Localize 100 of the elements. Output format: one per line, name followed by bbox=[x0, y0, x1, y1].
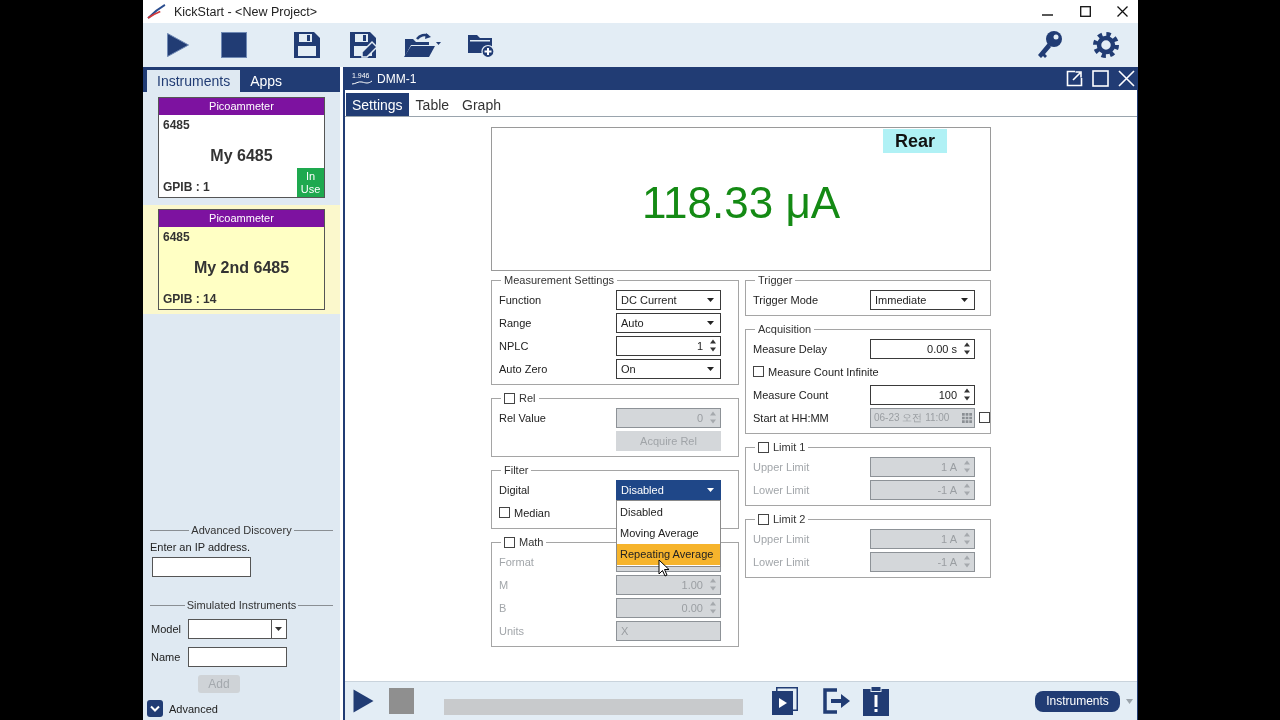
caret-icon bbox=[707, 366, 714, 371]
instrument-card[interactable]: Picoammeter 6485 My 6485 GPIB : 1 In Use bbox=[158, 97, 325, 198]
caret-icon bbox=[707, 487, 714, 492]
dropdown-field[interactable] bbox=[188, 619, 287, 639]
group-title: Limit 1 bbox=[773, 441, 806, 454]
instrument-name: My 6485 bbox=[210, 146, 273, 166]
field-label: Lower Limit bbox=[753, 483, 811, 496]
section-title: Advanced Discovery bbox=[191, 524, 292, 536]
field-prompt: Enter an IP address. bbox=[150, 540, 251, 554]
caret-icon bbox=[274, 627, 282, 631]
key-icon[interactable] bbox=[1036, 31, 1062, 59]
field-label: Rel Value bbox=[499, 411, 547, 424]
stop-icon[interactable] bbox=[221, 32, 247, 58]
spin-arrows-icon[interactable] bbox=[964, 388, 970, 401]
dropdown-field[interactable]: Immediate bbox=[870, 289, 975, 310]
field-label: Upper Limit bbox=[753, 460, 811, 473]
field-label: Range bbox=[499, 316, 533, 329]
dropdown-option[interactable]: Moving Average bbox=[617, 522, 720, 544]
instrument-type-header: Picoammeter bbox=[159, 98, 324, 115]
chevron-icon[interactable] bbox=[147, 700, 163, 717]
field-label: Measure Count bbox=[753, 388, 830, 401]
caret-icon bbox=[707, 320, 714, 325]
group-title: Limit 2 bbox=[773, 513, 806, 526]
field-label: Start at HH:MM bbox=[753, 411, 830, 424]
dropdown-field[interactable]: Auto bbox=[616, 312, 721, 333]
instrument-type-header: Picoammeter bbox=[159, 210, 324, 227]
terminal-badge: Rear bbox=[882, 129, 947, 153]
field-label: NPLC bbox=[499, 339, 530, 352]
field-label: M bbox=[499, 578, 510, 591]
dropdown-field[interactable]: Disabled bbox=[616, 479, 721, 500]
window-title: KickStart - <New Project> bbox=[174, 4, 318, 19]
caret-icon bbox=[707, 297, 714, 302]
dropdown-option[interactable]: Disabled bbox=[617, 501, 720, 523]
maximize-icon[interactable] bbox=[1080, 6, 1091, 17]
field-label: B bbox=[499, 601, 508, 614]
wave-icon bbox=[352, 80, 372, 85]
group-title: Trigger bbox=[758, 274, 793, 287]
instrument-model: 6485 bbox=[163, 118, 190, 132]
export-icon[interactable] bbox=[823, 688, 851, 714]
field-label: Format bbox=[499, 555, 535, 568]
clipboard-alert-icon[interactable] bbox=[863, 686, 889, 716]
folder-plus-icon[interactable] bbox=[467, 32, 495, 58]
group-title: Acquisition bbox=[758, 323, 812, 336]
number-field[interactable]: 0.00 s bbox=[870, 338, 975, 359]
instrument-address: GPIB : 14 bbox=[163, 292, 217, 306]
save-edit-icon[interactable] bbox=[350, 32, 378, 58]
field-label: Measure Delay bbox=[753, 342, 828, 355]
section-title: Simulated Instruments bbox=[186, 599, 297, 611]
field-label: Trigger Mode bbox=[753, 293, 819, 306]
field-label: Name bbox=[150, 651, 182, 663]
sidebar-tab[interactable]: Apps bbox=[240, 70, 293, 92]
instrument-card[interactable]: Picoammeter 6485 My 2nd 6485 GPIB : 14 bbox=[158, 209, 325, 310]
status-badge: In Use bbox=[297, 168, 324, 197]
toggle-label[interactable]: Advanced bbox=[169, 702, 218, 715]
group-title: Math bbox=[519, 536, 544, 549]
panel-tab[interactable]: Table bbox=[409, 93, 456, 116]
panel-tab[interactable]: Graph bbox=[456, 93, 507, 116]
checkbox[interactable] bbox=[753, 366, 764, 377]
logo-icon bbox=[147, 4, 166, 19]
play-document-icon[interactable] bbox=[772, 687, 798, 715]
field-label: Function bbox=[499, 293, 543, 306]
group-title: Filter bbox=[504, 464, 529, 477]
text-field[interactable] bbox=[188, 647, 287, 667]
checkbox-label[interactable]: Measure Count Infinite bbox=[768, 365, 879, 378]
checkbox[interactable] bbox=[499, 507, 510, 518]
field-label: Upper Limit bbox=[753, 532, 811, 545]
instrument-address: GPIB : 1 bbox=[163, 180, 210, 194]
field-label: Digital bbox=[499, 483, 531, 496]
measurement-value: 118.33 μA bbox=[641, 177, 841, 228]
instrument-model: 6485 bbox=[163, 230, 190, 244]
folder-dropdown-icon[interactable] bbox=[403, 32, 441, 58]
play-icon[interactable] bbox=[166, 32, 190, 58]
ip-address-field[interactable] bbox=[152, 557, 251, 577]
play-icon[interactable] bbox=[353, 689, 374, 713]
checkbox[interactable] bbox=[504, 393, 515, 404]
close-icon[interactable] bbox=[1117, 6, 1128, 17]
sidebar-tab[interactable]: Instruments bbox=[147, 70, 241, 92]
field-label: Auto Zero bbox=[499, 362, 549, 375]
dropdown-option[interactable]: Repeating Average bbox=[617, 543, 720, 565]
panel-title: DMM-1 bbox=[377, 71, 417, 86]
number-field[interactable]: 1 bbox=[616, 335, 721, 356]
instruments-button[interactable]: Instruments bbox=[1035, 690, 1120, 712]
number-field[interactable]: 100 bbox=[870, 384, 975, 405]
checkbox-label[interactable]: Median bbox=[514, 506, 551, 519]
minimize-icon[interactable] bbox=[1042, 13, 1053, 16]
caret-icon bbox=[961, 297, 968, 302]
group-title: Measurement Settings bbox=[504, 274, 615, 287]
spin-arrows-icon[interactable] bbox=[710, 339, 716, 352]
dropdown-field[interactable]: On bbox=[616, 358, 721, 379]
instrument-name: My 2nd 6485 bbox=[193, 258, 290, 278]
group-title: Rel bbox=[519, 392, 536, 405]
popout-icon[interactable] bbox=[1066, 70, 1083, 87]
panel-tab[interactable]: Settings bbox=[346, 93, 409, 116]
spin-arrows-icon[interactable] bbox=[964, 342, 970, 355]
dropdown-field[interactable]: DC Current bbox=[616, 289, 721, 310]
save-icon[interactable] bbox=[294, 32, 320, 58]
settings-icon[interactable] bbox=[1093, 32, 1119, 58]
field-label: Model bbox=[150, 623, 182, 635]
field-label: Units bbox=[499, 624, 526, 637]
field-label: Lower Limit bbox=[753, 555, 811, 568]
